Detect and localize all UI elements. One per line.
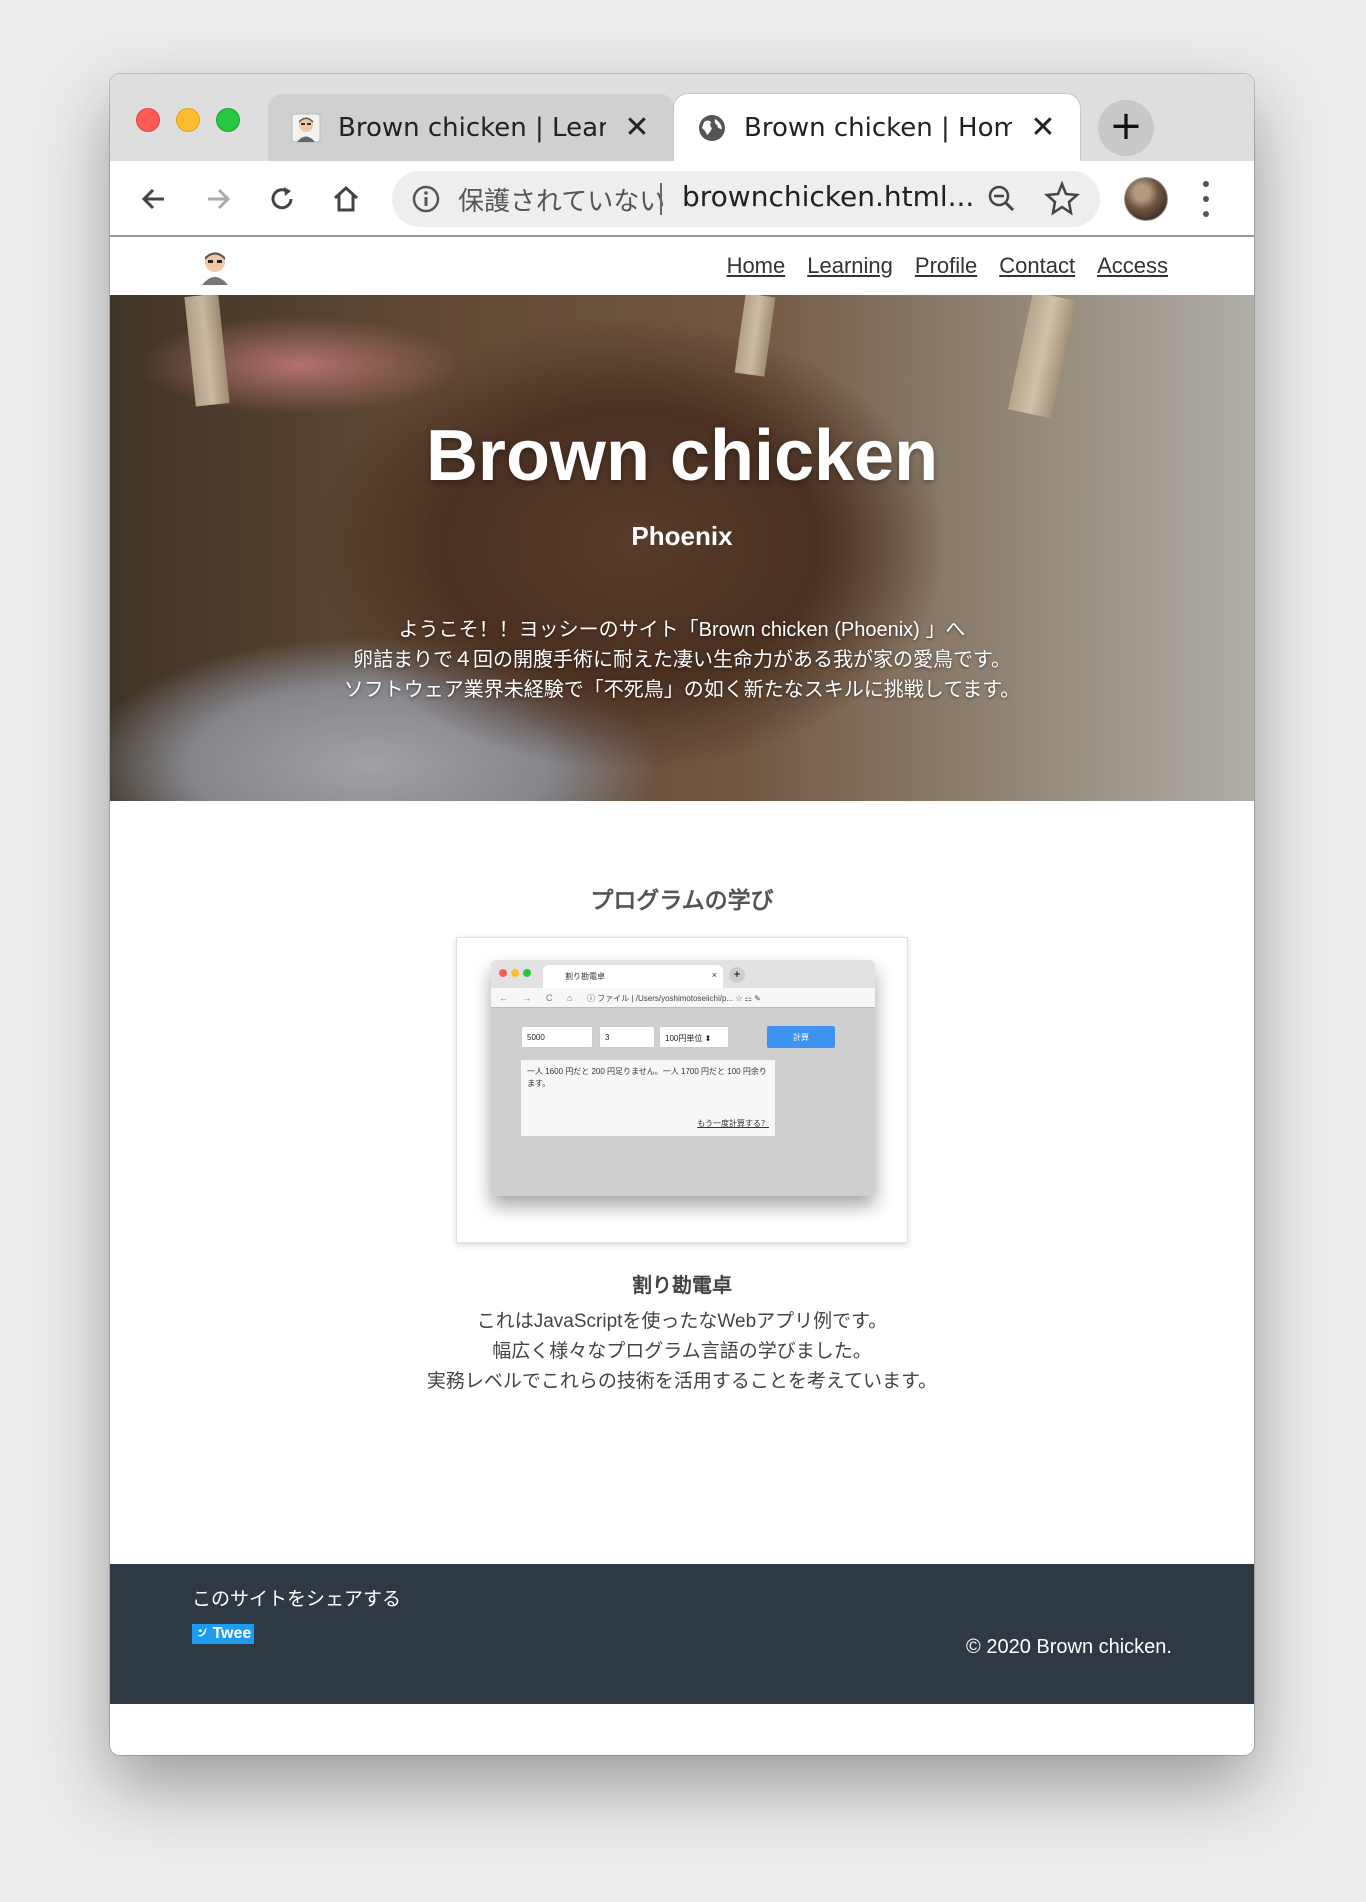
hero-intro-line: 卵詰まりで４回の開腹手術に耐えた凄い生命力がある我が家の愛鳥です。 [353, 649, 1011, 671]
hero-image-detail [1008, 295, 1076, 419]
mini-zoom-dot [523, 969, 531, 977]
hero-intro: ようこそ！！ヨッシーのサイト「Brown chicken (Phoenix) 」… [110, 615, 1254, 705]
mini-tab: 割り勘電卓 × [543, 965, 723, 988]
address-bar[interactable]: 保護されていない brownchicken.html... [392, 171, 1100, 227]
mini-again-link: もう一度計算する？ [697, 1119, 769, 1128]
mini-unit-select: 100円単位 ⬍ [659, 1026, 729, 1048]
new-tab-button[interactable]: + [1098, 100, 1154, 156]
back-arrow-icon[interactable] [130, 175, 178, 223]
mini-result-box: 一人 1600 円だと 200 円足りません。一人 1700 円だと 100 円… [521, 1060, 775, 1136]
tab-strip: Brown chicken | Learning ✕ Brown chicken… [110, 74, 1254, 161]
close-tab-icon[interactable]: ✕ [622, 110, 652, 145]
info-icon[interactable] [408, 181, 444, 217]
mini-nav-icons: ← → C ⌂ [499, 993, 579, 1003]
logo-avatar-icon[interactable] [198, 249, 232, 285]
profile-avatar[interactable] [1124, 177, 1168, 221]
tab-title: Brown chicken | Home [744, 112, 1012, 143]
hero-banner: Brown chicken Phoenix ようこそ！！ヨッシーのサイト「Bro… [110, 295, 1254, 801]
reload-icon[interactable] [258, 175, 306, 223]
home-icon[interactable] [322, 175, 370, 223]
more-menu-icon[interactable] [1196, 177, 1216, 221]
mini-tab-strip: 割り勘電卓 × + [491, 960, 875, 988]
mini-close-icon: × [711, 970, 717, 980]
copyright: © 2020 Brown chicken. [966, 1636, 1172, 1658]
bookmark-star-icon[interactable] [1042, 179, 1082, 219]
zoom-icon[interactable] [984, 181, 1020, 217]
close-window-button[interactable] [136, 108, 160, 132]
web-page: Home Learning Profile Contact Access Bro… [110, 237, 1254, 1755]
tab-home[interactable]: Brown chicken | Home ✕ [674, 94, 1080, 161]
item-title: 割り勘電卓 [632, 1275, 732, 1297]
mini-calc-button: 計算 [767, 1026, 835, 1048]
site-footer: このサイトをシェアする Twee © 2020 Brown chicken. [110, 1564, 1254, 1704]
close-tab-icon[interactable]: ✕ [1028, 110, 1058, 145]
mini-people-field: 3 [599, 1026, 655, 1048]
nav-link-contact[interactable]: Contact [999, 253, 1075, 279]
hero-image-detail [734, 295, 776, 377]
share-label: このサイトをシェアする [192, 1589, 402, 1610]
site-header: Home Learning Profile Contact Access [110, 237, 1254, 295]
section-title: プログラムの学び [590, 887, 774, 913]
tab-learning[interactable]: Brown chicken | Learning ✕ [268, 94, 674, 161]
security-label: 保護されていない [458, 187, 666, 217]
divider [660, 183, 662, 215]
hero-image-detail [184, 295, 230, 407]
nav-link-access[interactable]: Access [1097, 253, 1168, 279]
avatar-icon [290, 112, 322, 144]
description-line: これはJavaScriptを使ったなWebアプリ例です。 [476, 1311, 888, 1332]
mini-address: ⓘ ファイル | /Users/yoshimotoseiichi/p... ☆ … [587, 994, 761, 1003]
tweet-button-label: Twee [212, 1625, 252, 1642]
app-screenshot-card[interactable]: 割り勘電卓 × + ← → C ⌂ ⓘ ファイル | /Users/yoshim… [456, 937, 908, 1243]
nav-link-home[interactable]: Home [727, 253, 786, 279]
url-text[interactable]: brownchicken.html... [682, 180, 974, 213]
browser-toolbar: 保護されていない brownchicken.html... [110, 161, 1254, 237]
minimize-window-button[interactable] [176, 108, 200, 132]
site-nav: Home Learning Profile Contact Access [727, 253, 1168, 279]
hero-title: Brown chicken [425, 416, 939, 496]
zoom-window-button[interactable] [216, 108, 240, 132]
mini-amount-field: 5000 [521, 1026, 593, 1048]
globe-icon [696, 112, 728, 144]
description-line: 実務レベルでこれらの技術を活用することを考えています。 [426, 1371, 938, 1392]
mini-close-dot [499, 969, 507, 977]
nav-link-profile[interactable]: Profile [915, 253, 977, 279]
mini-minimize-dot [511, 969, 519, 977]
forward-arrow-icon[interactable] [194, 175, 242, 223]
mini-tab-title: 割り勘電卓 [565, 972, 605, 981]
hero-intro-line: ソフトウェア業界未経験で「不死鳥」の如く新たなスキルに挑戦してます。 [343, 679, 1021, 701]
tweet-button[interactable]: Twee [192, 1624, 254, 1644]
app-screenshot: 割り勘電卓 × + ← → C ⌂ ⓘ ファイル | /Users/yoshim… [491, 960, 875, 1196]
browser-window: Brown chicken | Learning ✕ Brown chicken… [110, 74, 1254, 1755]
description-line: 幅広く様々なプログラム言語の学びました。 [492, 1341, 872, 1362]
mini-new-tab-icon: + [729, 967, 745, 983]
hero-subtitle: Phoenix [631, 521, 733, 551]
mini-toolbar: ← → C ⌂ ⓘ ファイル | /Users/yoshimotoseiichi… [491, 988, 875, 1008]
hero-intro-line: ようこそ！！ヨッシーのサイト「Brown chicken (Phoenix) 」… [398, 619, 966, 641]
tab-title: Brown chicken | Learning [338, 112, 606, 143]
mini-result-text: 一人 1600 円だと 200 円足りません。一人 1700 円だと 100 円… [527, 1067, 767, 1088]
nav-link-learning[interactable]: Learning [807, 253, 893, 279]
item-description: これはJavaScriptを使ったなWebアプリ例です。 幅広く様々なプログラム… [110, 1307, 1254, 1397]
twitter-bird-icon [196, 1625, 212, 1642]
